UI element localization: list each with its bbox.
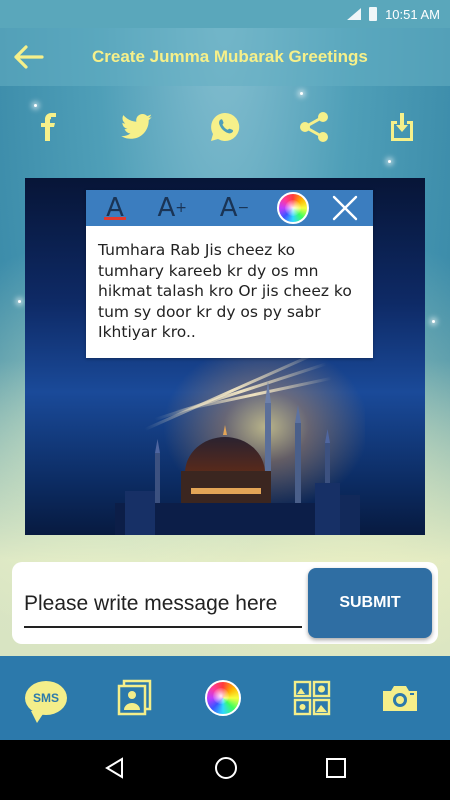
whatsapp-icon bbox=[211, 112, 240, 141]
plus-icon: + bbox=[175, 200, 188, 216]
nav-recents-button[interactable] bbox=[325, 757, 347, 784]
minus-icon: − bbox=[237, 200, 250, 216]
camera-button[interactable] bbox=[372, 670, 428, 726]
sms-icon: SMS bbox=[25, 681, 67, 723]
share-toolbar bbox=[0, 98, 450, 156]
page-title: Create Jumma Mubarak Greetings bbox=[92, 47, 368, 66]
bottom-toolbar: SMS bbox=[0, 656, 450, 740]
message-input[interactable] bbox=[24, 582, 302, 628]
decrease-font-button[interactable]: A − bbox=[215, 190, 255, 226]
nav-home-icon bbox=[215, 756, 237, 779]
mosque-illustration bbox=[115, 381, 360, 535]
download-button[interactable] bbox=[382, 107, 422, 147]
sms-label: SMS bbox=[32, 691, 59, 705]
sparkle bbox=[432, 320, 435, 323]
photo-gallery-icon bbox=[117, 679, 151, 716]
nav-back-button[interactable] bbox=[103, 756, 127, 785]
status-time: 10:51 AM bbox=[385, 6, 440, 22]
color-wheel-button[interactable] bbox=[276, 192, 309, 224]
whatsapp-share-button[interactable] bbox=[205, 107, 245, 147]
close-button[interactable] bbox=[331, 190, 359, 226]
battery-icon bbox=[369, 7, 378, 21]
nav-recents-icon bbox=[326, 757, 346, 778]
decrease-font-icon: A bbox=[219, 193, 238, 223]
sparkle bbox=[388, 160, 391, 163]
nav-home-button[interactable] bbox=[213, 755, 239, 786]
sparkle bbox=[300, 92, 303, 95]
app-bar: Create Jumma Mubarak Greetings bbox=[0, 28, 450, 86]
close-icon bbox=[332, 195, 358, 221]
system-nav-bar bbox=[0, 740, 450, 800]
submit-button[interactable]: SUBMIT bbox=[308, 568, 432, 638]
sms-button[interactable]: SMS bbox=[18, 670, 74, 726]
increase-font-button[interactable]: A + bbox=[152, 190, 192, 226]
download-icon bbox=[391, 113, 413, 141]
message-input-card: SUBMIT bbox=[12, 562, 438, 644]
arrow-left-icon bbox=[14, 45, 44, 69]
background-color-button[interactable] bbox=[195, 670, 251, 726]
facebook-share-button[interactable] bbox=[28, 107, 68, 147]
status-bar: 10:51 AM bbox=[0, 0, 450, 28]
signal-icon bbox=[347, 8, 362, 20]
font-color-button[interactable]: A bbox=[100, 190, 130, 226]
back-button[interactable] bbox=[0, 28, 56, 86]
image-collage-icon bbox=[293, 680, 330, 716]
share-button[interactable] bbox=[294, 107, 334, 147]
photo-gallery-button[interactable] bbox=[107, 670, 163, 726]
greeting-message-text[interactable]: Tumhara Rab Jis cheez ko tumhary kareeb … bbox=[86, 226, 373, 343]
image-collage-button[interactable] bbox=[284, 670, 340, 726]
twitter-icon bbox=[120, 114, 152, 139]
nav-back-icon bbox=[105, 756, 123, 779]
color-wheel-icon bbox=[205, 680, 241, 716]
twitter-share-button[interactable] bbox=[117, 107, 157, 147]
sparkle bbox=[18, 300, 21, 303]
text-editor-panel: A A + A − Tumhara Rab Jis cheez ko tumhary… bbox=[86, 190, 373, 358]
camera-icon bbox=[383, 686, 417, 711]
font-color-underline bbox=[104, 217, 126, 220]
share-icon bbox=[299, 112, 328, 142]
text-toolbar: A A + A − bbox=[86, 190, 373, 226]
facebook-icon bbox=[41, 113, 56, 141]
increase-font-icon: A bbox=[157, 193, 176, 223]
